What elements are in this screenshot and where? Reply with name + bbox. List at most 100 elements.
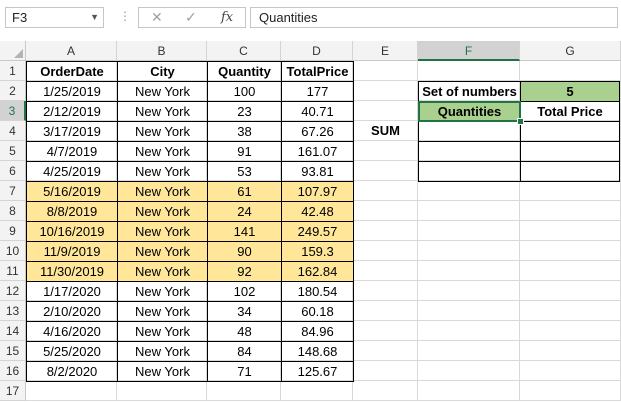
- table-cell-city[interactable]: New York: [117, 101, 208, 122]
- table-cell-quantity[interactable]: 84: [207, 341, 282, 362]
- cell-f17[interactable]: [418, 381, 520, 401]
- table-cell-total-price[interactable]: 249.57: [281, 221, 354, 242]
- cell-f7[interactable]: [418, 181, 520, 201]
- column-header-f[interactable]: F: [418, 41, 520, 61]
- cell-f13[interactable]: [418, 301, 520, 321]
- table-cell-order-date[interactable]: 4/25/2019: [26, 161, 118, 182]
- formula-input[interactable]: Quantities: [250, 7, 618, 28]
- cell-g7[interactable]: [520, 181, 621, 201]
- table-cell-order-date[interactable]: 8/8/2019: [26, 201, 118, 222]
- cell-e14[interactable]: [353, 321, 418, 341]
- enter-icon[interactable]: ✓: [185, 8, 197, 27]
- table-cell-total-price[interactable]: 148.68: [281, 341, 354, 362]
- cell-e11[interactable]: [353, 261, 418, 281]
- row-header-14[interactable]: 14: [0, 321, 26, 341]
- table-cell-city[interactable]: New York: [117, 141, 208, 162]
- table-cell-quantity[interactable]: 34: [207, 301, 282, 322]
- table-cell-order-date[interactable]: 1/17/2020: [26, 281, 118, 302]
- table-cell-total-price[interactable]: 159.3: [281, 241, 354, 262]
- table-cell-order-date[interactable]: 4/16/2020: [26, 321, 118, 342]
- cell-f12[interactable]: [418, 281, 520, 301]
- cell-e2[interactable]: [353, 81, 418, 101]
- cell-e12[interactable]: [353, 281, 418, 301]
- cell-b17[interactable]: [117, 381, 207, 401]
- table-cell-order-date[interactable]: 10/16/2019: [26, 221, 118, 242]
- set-of-numbers-value[interactable]: 5: [520, 81, 620, 102]
- cell-e13[interactable]: [353, 301, 418, 321]
- table-cell-quantity[interactable]: 90: [207, 241, 282, 262]
- result-cell-quantities[interactable]: [418, 141, 521, 162]
- row-header-15[interactable]: 15: [0, 341, 26, 361]
- cell-e1[interactable]: [353, 61, 418, 81]
- column-header-c[interactable]: C: [207, 41, 281, 61]
- table-cell-order-date[interactable]: 5/16/2019: [26, 181, 118, 202]
- cell-f10[interactable]: [418, 241, 520, 261]
- row-header-4[interactable]: 4: [0, 121, 26, 141]
- table-cell-quantity[interactable]: 102: [207, 281, 282, 302]
- cell-g11[interactable]: [520, 261, 621, 281]
- row-header-17[interactable]: 17: [0, 381, 26, 401]
- row-header-12[interactable]: 12: [0, 281, 26, 301]
- table-cell-order-date[interactable]: 1/25/2019: [26, 81, 118, 102]
- table-cell-order-date[interactable]: 2/10/2020: [26, 301, 118, 322]
- cell-c17[interactable]: [207, 381, 281, 401]
- table-cell-quantity[interactable]: 61: [207, 181, 282, 202]
- table-cell-total-price[interactable]: 180.54: [281, 281, 354, 302]
- table-cell-quantity[interactable]: 53: [207, 161, 282, 182]
- table-cell-quantity[interactable]: 38: [207, 121, 282, 142]
- row-header-11[interactable]: 11: [0, 261, 26, 281]
- row-header-3[interactable]: 3: [0, 101, 26, 121]
- result-cell-total-price[interactable]: [520, 141, 620, 162]
- cell-e15[interactable]: [353, 341, 418, 361]
- table-cell-total-price[interactable]: 93.81: [281, 161, 354, 182]
- cell-e6[interactable]: [353, 161, 418, 181]
- table-cell-city[interactable]: New York: [117, 321, 208, 342]
- row-header-9[interactable]: 9: [0, 221, 26, 241]
- table-cell-quantity[interactable]: 141: [207, 221, 282, 242]
- cell-f16[interactable]: [418, 361, 520, 381]
- table-cell-city[interactable]: New York: [117, 201, 208, 222]
- insert-function-icon[interactable]: fx: [221, 8, 233, 27]
- row-header-10[interactable]: 10: [0, 241, 26, 261]
- table-cell-total-price[interactable]: 60.18: [281, 301, 354, 322]
- cell-g9[interactable]: [520, 221, 621, 241]
- cell-g1[interactable]: [520, 61, 621, 81]
- column-header-a[interactable]: A: [26, 41, 117, 61]
- table-cell-city[interactable]: New York: [117, 361, 208, 382]
- row-header-5[interactable]: 5: [0, 141, 26, 161]
- table-cell-quantity[interactable]: 24: [207, 201, 282, 222]
- row-header-1[interactable]: 1: [0, 61, 26, 81]
- quantities-header[interactable]: Quantities: [418, 101, 521, 122]
- cell-f14[interactable]: [418, 321, 520, 341]
- table-cell-total-price[interactable]: 162.84: [281, 261, 354, 282]
- table-cell-quantity[interactable]: 92: [207, 261, 282, 282]
- cell-g10[interactable]: [520, 241, 621, 261]
- table-cell-quantity[interactable]: 100: [207, 81, 282, 102]
- cell-e16[interactable]: [353, 361, 418, 381]
- row-header-8[interactable]: 8: [0, 201, 26, 221]
- column-header-e[interactable]: E: [353, 41, 418, 61]
- row-header-13[interactable]: 13: [0, 301, 26, 321]
- table-cell-total-price[interactable]: 67.26: [281, 121, 354, 142]
- table-cell-total-price[interactable]: 125.67: [281, 361, 354, 382]
- table-cell-city[interactable]: New York: [117, 301, 208, 322]
- table-cell-total-price[interactable]: 161.07: [281, 141, 354, 162]
- result-cell-total-price[interactable]: [520, 161, 620, 182]
- row-header-7[interactable]: 7: [0, 181, 26, 201]
- result-cell-quantities[interactable]: [418, 161, 521, 182]
- row-header-6[interactable]: 6: [0, 161, 26, 181]
- table-cell-city[interactable]: New York: [117, 161, 208, 182]
- table-cell-city[interactable]: New York: [117, 121, 208, 142]
- table-cell-quantity[interactable]: 91: [207, 141, 282, 162]
- name-box[interactable]: F3 ▼: [5, 7, 104, 28]
- table-cell-total-price[interactable]: 40.71: [281, 101, 354, 122]
- table-cell-city[interactable]: New York: [117, 341, 208, 362]
- table-cell-order-date[interactable]: 5/25/2020: [26, 341, 118, 362]
- table-cell-order-date[interactable]: 4/7/2019: [26, 141, 118, 162]
- table-cell-city[interactable]: New York: [117, 181, 208, 202]
- table-cell-order-date[interactable]: 11/9/2019: [26, 241, 118, 262]
- chevron-down-icon[interactable]: ▼: [90, 8, 99, 27]
- column-header-b[interactable]: B: [117, 41, 207, 61]
- table-cell-city[interactable]: New York: [117, 261, 208, 282]
- cell-e10[interactable]: [353, 241, 418, 261]
